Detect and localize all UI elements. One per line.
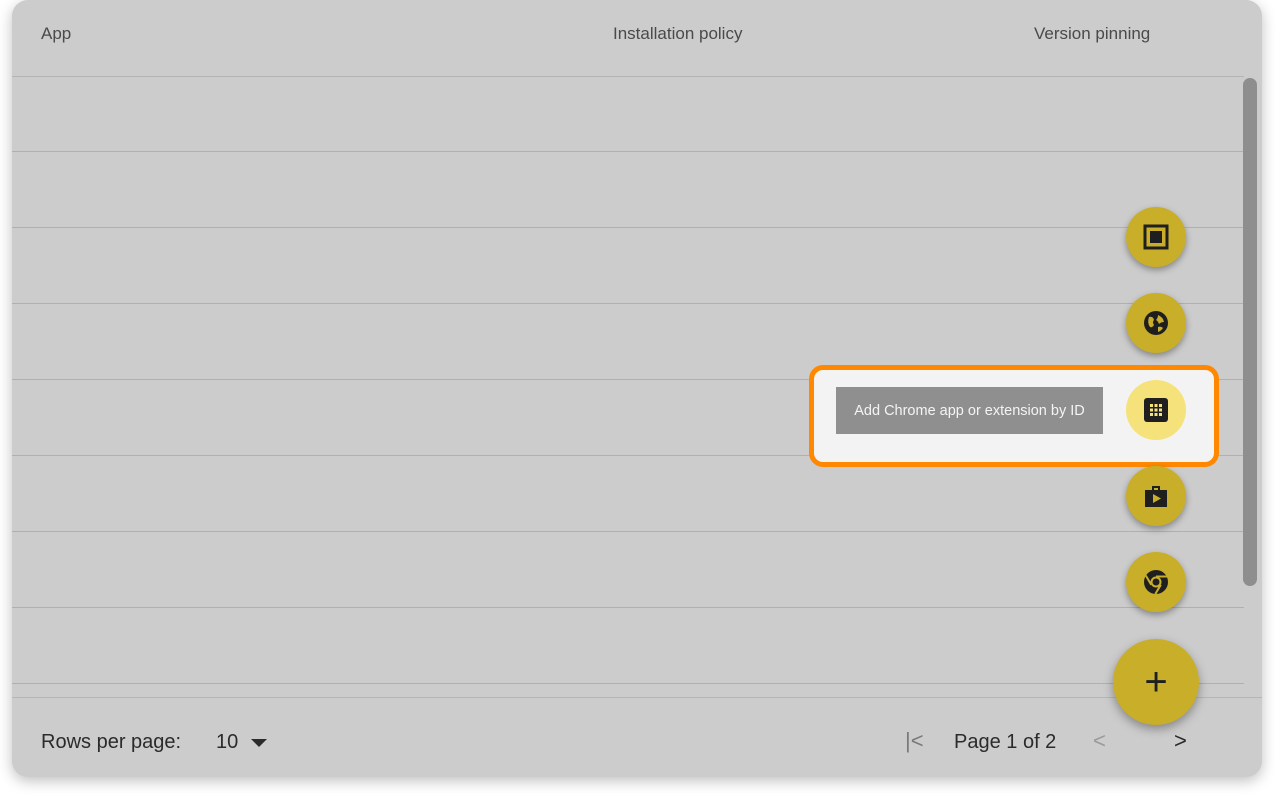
add-play-store-app-button[interactable] [1126,466,1186,526]
column-header-app[interactable]: App [41,24,71,44]
rows-per-page-select[interactable]: 10 [216,731,238,754]
table-row[interactable] [12,152,1244,228]
table-row[interactable] [12,76,1244,152]
add-app-fab-button[interactable]: + [1113,639,1199,725]
app-id-icon [1144,398,1168,422]
table-row[interactable] [12,532,1244,608]
chrome-icon [1144,570,1168,595]
kiosk-icon [1143,224,1169,250]
plus-icon: + [1144,660,1168,704]
dropdown-caret-icon[interactable] [251,739,267,747]
table-row[interactable] [12,608,1244,684]
table-header: App Installation policy Version pinning [12,0,1244,77]
add-chrome-app-button[interactable] [1126,552,1186,612]
add-kiosk-app-button[interactable] [1126,207,1186,267]
add-web-app-button[interactable] [1126,293,1186,353]
column-header-version-pinning[interactable]: Version pinning [1034,24,1150,44]
page-indicator: Page 1 of 2 [954,731,1057,753]
first-page-icon[interactable]: |< [905,728,924,754]
previous-page-icon[interactable]: < [1093,728,1106,754]
table-row[interactable] [12,228,1244,304]
column-header-installation-policy[interactable]: Installation policy [613,24,742,44]
web-icon [1144,311,1168,335]
scrollbar-thumb[interactable] [1243,78,1257,586]
next-page-icon[interactable]: > [1174,728,1187,754]
fab-tooltip: Add Chrome app or extension by ID [836,387,1103,434]
add-app-by-id-button[interactable] [1126,380,1186,440]
table-pagination: Rows per page: 10 |< Page 1 of 2 < > [12,697,1262,777]
table-row[interactable] [12,456,1244,532]
rows-per-page-label: Rows per page: [41,731,182,753]
play-store-icon [1145,486,1167,507]
